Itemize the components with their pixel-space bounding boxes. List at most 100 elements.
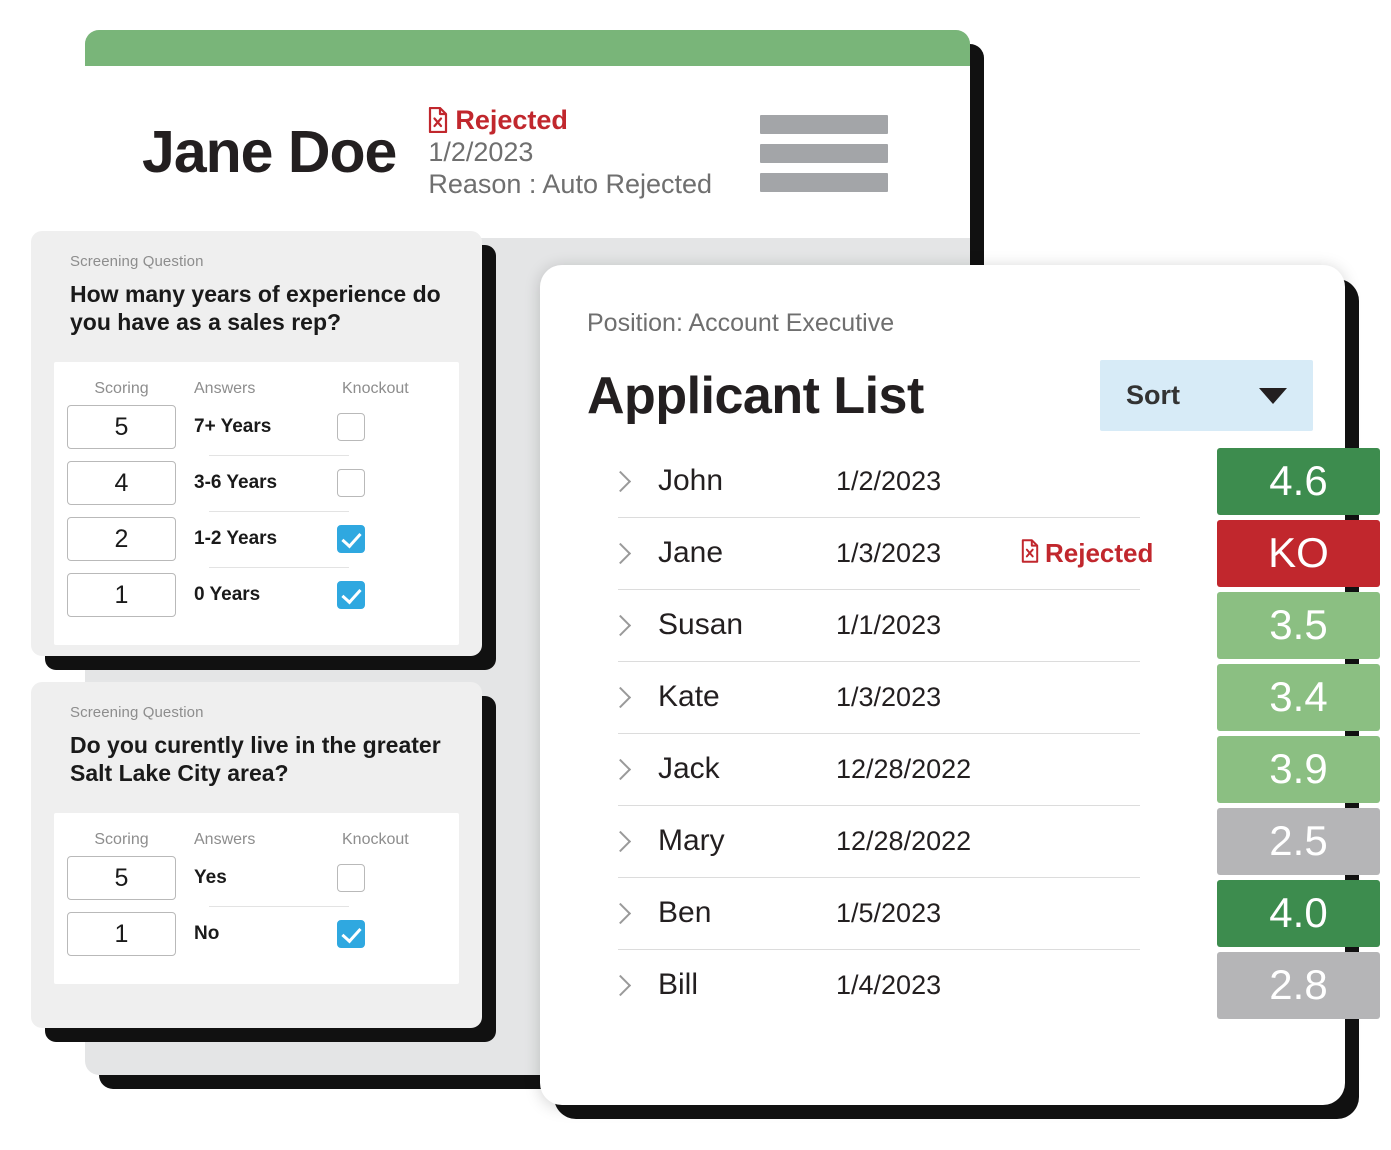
score-badge: 4.0 [1217,879,1380,947]
status-badge: Rejected [428,105,712,135]
score-input[interactable]: 1 [67,573,176,618]
score-badge: KO [1217,519,1380,587]
column-header-scoring: Scoring [94,830,149,848]
status-text: Rejected [455,104,568,135]
knockout-cell [329,525,459,554]
applicant-row[interactable]: Jane 1/3/2023 Rejected KO [587,517,1380,589]
applicant-date: 1/3/2023 [836,681,942,712]
screening-answer-table: Scoring Answers Knockout 5 Yes 1 No [54,812,459,984]
profile-header: Jane Doe Rejected 1/2/2023 Reason : Auto… [85,66,970,238]
applicant-date: 1/3/2023 [836,537,942,568]
knockout-cell [329,413,459,442]
applicant-date: 1/5/2023 [836,897,942,928]
score-badge: 2.5 [1217,807,1380,875]
applicant-rows: John 1/2/2023 4.6 Jane 1/3/2023 Rejected KO Sus… [540,445,1380,1021]
knockout-checkbox[interactable] [337,413,365,442]
hamburger-bar [760,172,889,192]
table-row: 4 3-6 Years [54,456,459,511]
document-x-icon [1021,538,1039,568]
screening-question-text: Do you curently live in the greater Salt… [70,732,441,787]
applicant-row[interactable]: Jack 12/28/2022 3.9 [587,733,1380,805]
applicant-row[interactable]: Susan 1/1/2023 3.5 [587,589,1380,661]
score-input[interactable]: 2 [67,517,176,562]
score-badge: 2.8 [1217,951,1380,1019]
chevron-right-icon[interactable] [609,830,632,852]
table-row: 1 0 Years [54,568,459,623]
applicant-name: Bill [658,968,699,1001]
applicant-name: Mary [658,824,725,857]
answer-label: No [194,923,220,945]
column-header-answers: Answers [194,830,256,848]
row-divider [618,661,1140,662]
table-row: 5 7+ Years [54,400,459,455]
sort-button-label: Sort [1126,380,1180,410]
applicant-list-card: Position: Account Executive Applicant Li… [540,265,1380,1105]
chevron-right-icon[interactable] [609,686,632,708]
scoring-cell: 1 [54,573,189,618]
applicant-name: Kate [658,680,720,713]
profile-accent-bar [85,30,970,66]
answer-label: Yes [194,867,227,889]
knockout-checkbox[interactable] [337,864,365,893]
sort-button[interactable]: Sort [1100,360,1313,431]
applicant-row[interactable]: John 1/2/2023 4.6 [587,445,1380,517]
table-row: 5 Yes [54,851,459,906]
score-badge: 3.5 [1217,591,1380,659]
answer-label: 1-2 Years [194,528,278,550]
row-divider [618,877,1140,878]
applicant-row[interactable]: Kate 1/3/2023 3.4 [587,661,1380,733]
applicant-name: Jane [658,536,724,569]
knockout-checkbox[interactable] [337,920,365,949]
row-divider [618,589,1140,590]
applicant-date: 1/4/2023 [836,969,942,1000]
applicant-row[interactable]: Ben 1/5/2023 4.0 [587,877,1380,949]
applicant-row[interactable]: Mary 12/28/2022 2.5 [587,805,1380,877]
score-badge: 3.9 [1217,735,1380,803]
profile-date: 1/2/2023 [428,136,534,167]
list-title-row: Applicant List Sort [587,360,1345,431]
score-input[interactable]: 4 [67,461,176,506]
answer-label: 3-6 Years [194,472,278,494]
screening-question-text: How many years of experience do you have… [70,281,441,336]
table-header-row: Scoring Answers Knockout [54,362,459,400]
score-input[interactable]: 1 [67,912,176,957]
score-input[interactable]: 5 [67,856,176,901]
position-label: Position: Account Executive [587,309,895,337]
applicant-date: 1/2/2023 [836,465,942,496]
screenshot-stage: Jane Doe Rejected 1/2/2023 Reason : Auto… [0,0,1391,1150]
applicant-name: Jane Doe [142,119,397,185]
status-text: Rejected [1045,537,1154,568]
chevron-right-icon[interactable] [609,758,632,780]
applicant-name: Jack [658,752,720,785]
chevron-right-icon[interactable] [609,614,632,636]
knockout-checkbox[interactable] [337,469,365,498]
knockout-checkbox[interactable] [337,581,365,610]
score-input[interactable]: 5 [67,405,176,450]
column-header-scoring: Scoring [94,379,149,397]
chevron-right-icon[interactable] [609,902,632,924]
chevron-right-icon[interactable] [609,542,632,564]
row-divider [618,949,1140,950]
knockout-checkbox[interactable] [337,525,365,554]
column-header-knockout: Knockout [342,379,409,397]
scoring-cell: 4 [54,461,189,506]
scoring-cell: 5 [54,856,189,901]
score-badge: 3.4 [1217,663,1380,731]
table-row: 2 1-2 Years [54,512,459,567]
hamburger-menu-icon[interactable] [760,114,889,192]
chevron-right-icon[interactable] [609,974,632,996]
column-header-knockout: Knockout [342,830,409,848]
screening-question-card: Screening Question How many years of exp… [31,231,482,656]
knockout-cell [329,920,459,949]
chevron-right-icon[interactable] [609,470,632,492]
knockout-cell [329,581,459,610]
screening-answer-table: Scoring Answers Knockout 5 7+ Years 4 3-… [54,361,459,645]
scoring-cell: 5 [54,405,189,450]
knockout-cell [329,864,459,893]
profile-status-block: Rejected 1/2/2023 Reason : Auto Rejected [428,105,712,200]
applicant-name: John [658,464,724,497]
applicant-name: Susan [658,608,744,641]
profile-reason: Reason : Auto Rejected [428,169,713,200]
applicant-row[interactable]: Bill 1/4/2023 2.8 [587,949,1380,1021]
screening-question-label: Screening Question [70,253,204,270]
